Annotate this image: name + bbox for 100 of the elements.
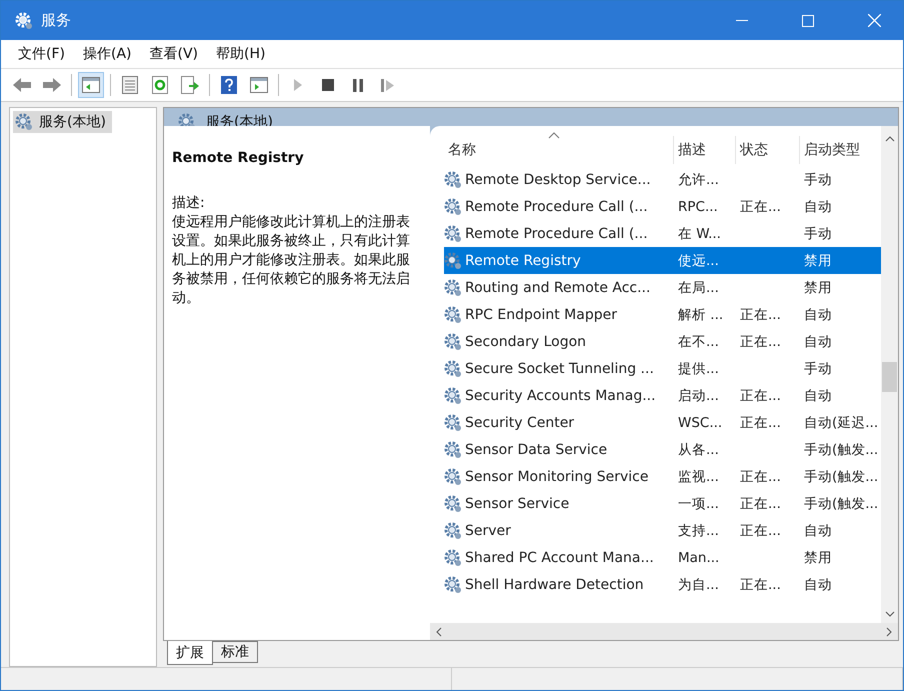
service-row[interactable]: Remote Registry 使远... 禁用 (444, 247, 881, 274)
gear-icon (444, 386, 462, 404)
help-icon (221, 76, 237, 94)
description-cell-text: 在 W... (677, 224, 722, 242)
service-row[interactable]: Sensor Monitoring Service 监视... 正在... 手动(触发... (444, 463, 881, 490)
tree-pane-icon (82, 77, 100, 93)
service-name-cell: Remote Procedure Call (... (465, 198, 648, 214)
menu-item[interactable]: 文件(F) (9, 41, 74, 67)
startup-type-cell-text: 禁用 (803, 548, 833, 566)
description-text: 使远程用户能修改此计算机上的注册表设置。如果此服务被终止，只有此计算机上的用户才能修改注册表。如果此服务被禁用，任何依赖它的服务将无法启动。 (172, 213, 411, 308)
description-cell-text: 解析 ... (677, 306, 724, 324)
back-arrow-icon (12, 77, 32, 93)
service-row[interactable]: Routing and Remote Acc... 在局... 禁用 (444, 274, 881, 301)
service-name-cell: Secure Socket Tunneling ... (465, 360, 654, 376)
properties-icon (122, 76, 138, 94)
play-icon (293, 78, 303, 92)
service-row[interactable]: Server 支持... 正在... 自动 (444, 517, 881, 544)
service-row[interactable]: Remote Desktop Service... 允许... 手动 (444, 166, 881, 193)
column-header[interactable]: 状态 (736, 136, 800, 164)
description-cell-text: 从各... (677, 440, 720, 458)
service-row[interactable]: Remote Procedure Call (... RPC... 正在... 自动 (444, 193, 881, 220)
startup-type-cell-text: 禁用 (803, 252, 833, 270)
service-name-cell: Remote Desktop Service... (465, 172, 651, 188)
service-name-cell: Remote Procedure Call (... (465, 226, 648, 242)
column-header[interactable]: 描述 (674, 136, 736, 164)
gear-icon (444, 548, 462, 566)
gear-icon (444, 332, 462, 350)
status-cell-text: 正在... (739, 198, 782, 216)
service-name-cell: Routing and Remote Acc... (465, 280, 650, 296)
service-row[interactable]: Security Center WSC... 正在... 自动(延迟... (444, 409, 881, 436)
description-cell-text: RPC... (677, 198, 719, 214)
description-cell-text: Man... (677, 550, 720, 566)
scrollbar-thumb[interactable] (882, 362, 897, 392)
minimize-icon (736, 20, 748, 22)
horizontal-scrollbar[interactable] (430, 623, 898, 640)
description-cell-text: WSC... (677, 414, 724, 430)
description-cell-text: 一项... (677, 494, 720, 512)
toolbar-button[interactable] (78, 72, 104, 98)
service-name-cell: Remote Registry (465, 252, 581, 268)
startup-type-cell-text: 自动 (803, 198, 833, 216)
service-row[interactable]: Secondary Logon 在不... 正在... 自动 (444, 328, 881, 355)
service-row[interactable]: Secure Socket Tunneling ... 提供... 手动 (444, 355, 881, 382)
scroll-left-icon[interactable] (436, 626, 442, 636)
description-cell-text: 为自... (677, 576, 720, 594)
gear-icon (444, 170, 462, 188)
view-tab[interactable]: 扩展 (167, 641, 213, 665)
gear-icon (15, 12, 33, 30)
gear-icon (444, 494, 462, 512)
gear-icon (444, 360, 462, 378)
scroll-right-icon[interactable] (886, 626, 892, 636)
gear-icon (15, 113, 33, 131)
gear-icon (444, 576, 462, 594)
startup-type-cell-text: 手动 (803, 360, 833, 378)
service-name-cell: Sensor Monitoring Service (465, 468, 648, 484)
status-cell-text: 正在... (739, 386, 782, 404)
service-row[interactable]: Sensor Data Service 从各... 手动(触发... (444, 436, 881, 463)
view-tab[interactable]: 标准 (212, 641, 258, 663)
status-cell-text: 正在... (739, 576, 782, 594)
service-row[interactable]: Shell Hardware Detection 为自... 正在... 自动 (444, 571, 881, 598)
scroll-up-icon[interactable] (884, 136, 894, 142)
scroll-down-icon[interactable] (884, 611, 894, 617)
status-cell-text: 正在... (739, 332, 782, 350)
service-name-cell: RPC Endpoint Mapper (465, 306, 617, 322)
startup-type-cell-text: 手动 (803, 170, 833, 188)
service-name-cell: Sensor Service (465, 496, 570, 512)
gear-icon (444, 440, 462, 458)
service-name: Remote Registry (172, 150, 305, 166)
service-row[interactable]: Security Accounts Manag... 启动... 正在... 自动 (444, 382, 881, 409)
startup-type-cell-text: 自动 (803, 386, 833, 404)
startup-type-cell-text: 手动(触发... (803, 440, 880, 458)
menu-item[interactable]: 帮助(H) (207, 41, 274, 67)
service-row[interactable]: Remote Procedure Call (... 在 W... 手动 (444, 220, 881, 247)
gear-icon (444, 252, 462, 270)
menu-item[interactable]: 操作(A) (74, 41, 140, 67)
service-name-cell: Server (465, 522, 511, 538)
status-cell-text: 正在... (739, 494, 782, 512)
gear-icon (444, 224, 462, 242)
column-header[interactable]: 名称 (444, 136, 674, 164)
description-cell-text: 启动... (677, 386, 720, 404)
vertical-scrollbar[interactable] (881, 126, 898, 623)
tree-item[interactable]: 服务(本地) (13, 111, 112, 133)
startup-type-cell-text: 手动 (803, 224, 833, 242)
window-title: 服务 (41, 11, 72, 30)
description-cell-text: 使远... (677, 252, 720, 270)
close-icon (868, 14, 880, 27)
service-row[interactable]: RPC Endpoint Mapper 解析 ... 正在... 自动 (444, 301, 881, 328)
gear-icon (444, 306, 462, 324)
description-cell-text: 允许... (677, 170, 720, 188)
service-row[interactable]: Shared PC Account Mana... Man... 禁用 (444, 544, 881, 571)
menu-item[interactable]: 查看(V) (140, 41, 208, 67)
status-cell-text: 正在... (739, 414, 782, 432)
gear-icon (444, 278, 462, 296)
description-cell-text: 在不... (677, 332, 720, 350)
service-row[interactable]: Sensor Service 一项... 正在... 手动(触发... (444, 490, 881, 517)
service-name-cell: Security Center (465, 414, 574, 430)
service-name-cell: Sensor Data Service (465, 442, 608, 458)
startup-type-cell-text: 自动 (803, 306, 833, 324)
export-list-icon (181, 76, 199, 94)
service-name-cell: Shared PC Account Mana... (465, 550, 654, 566)
service-name-cell: Shell Hardware Detection (465, 576, 644, 592)
